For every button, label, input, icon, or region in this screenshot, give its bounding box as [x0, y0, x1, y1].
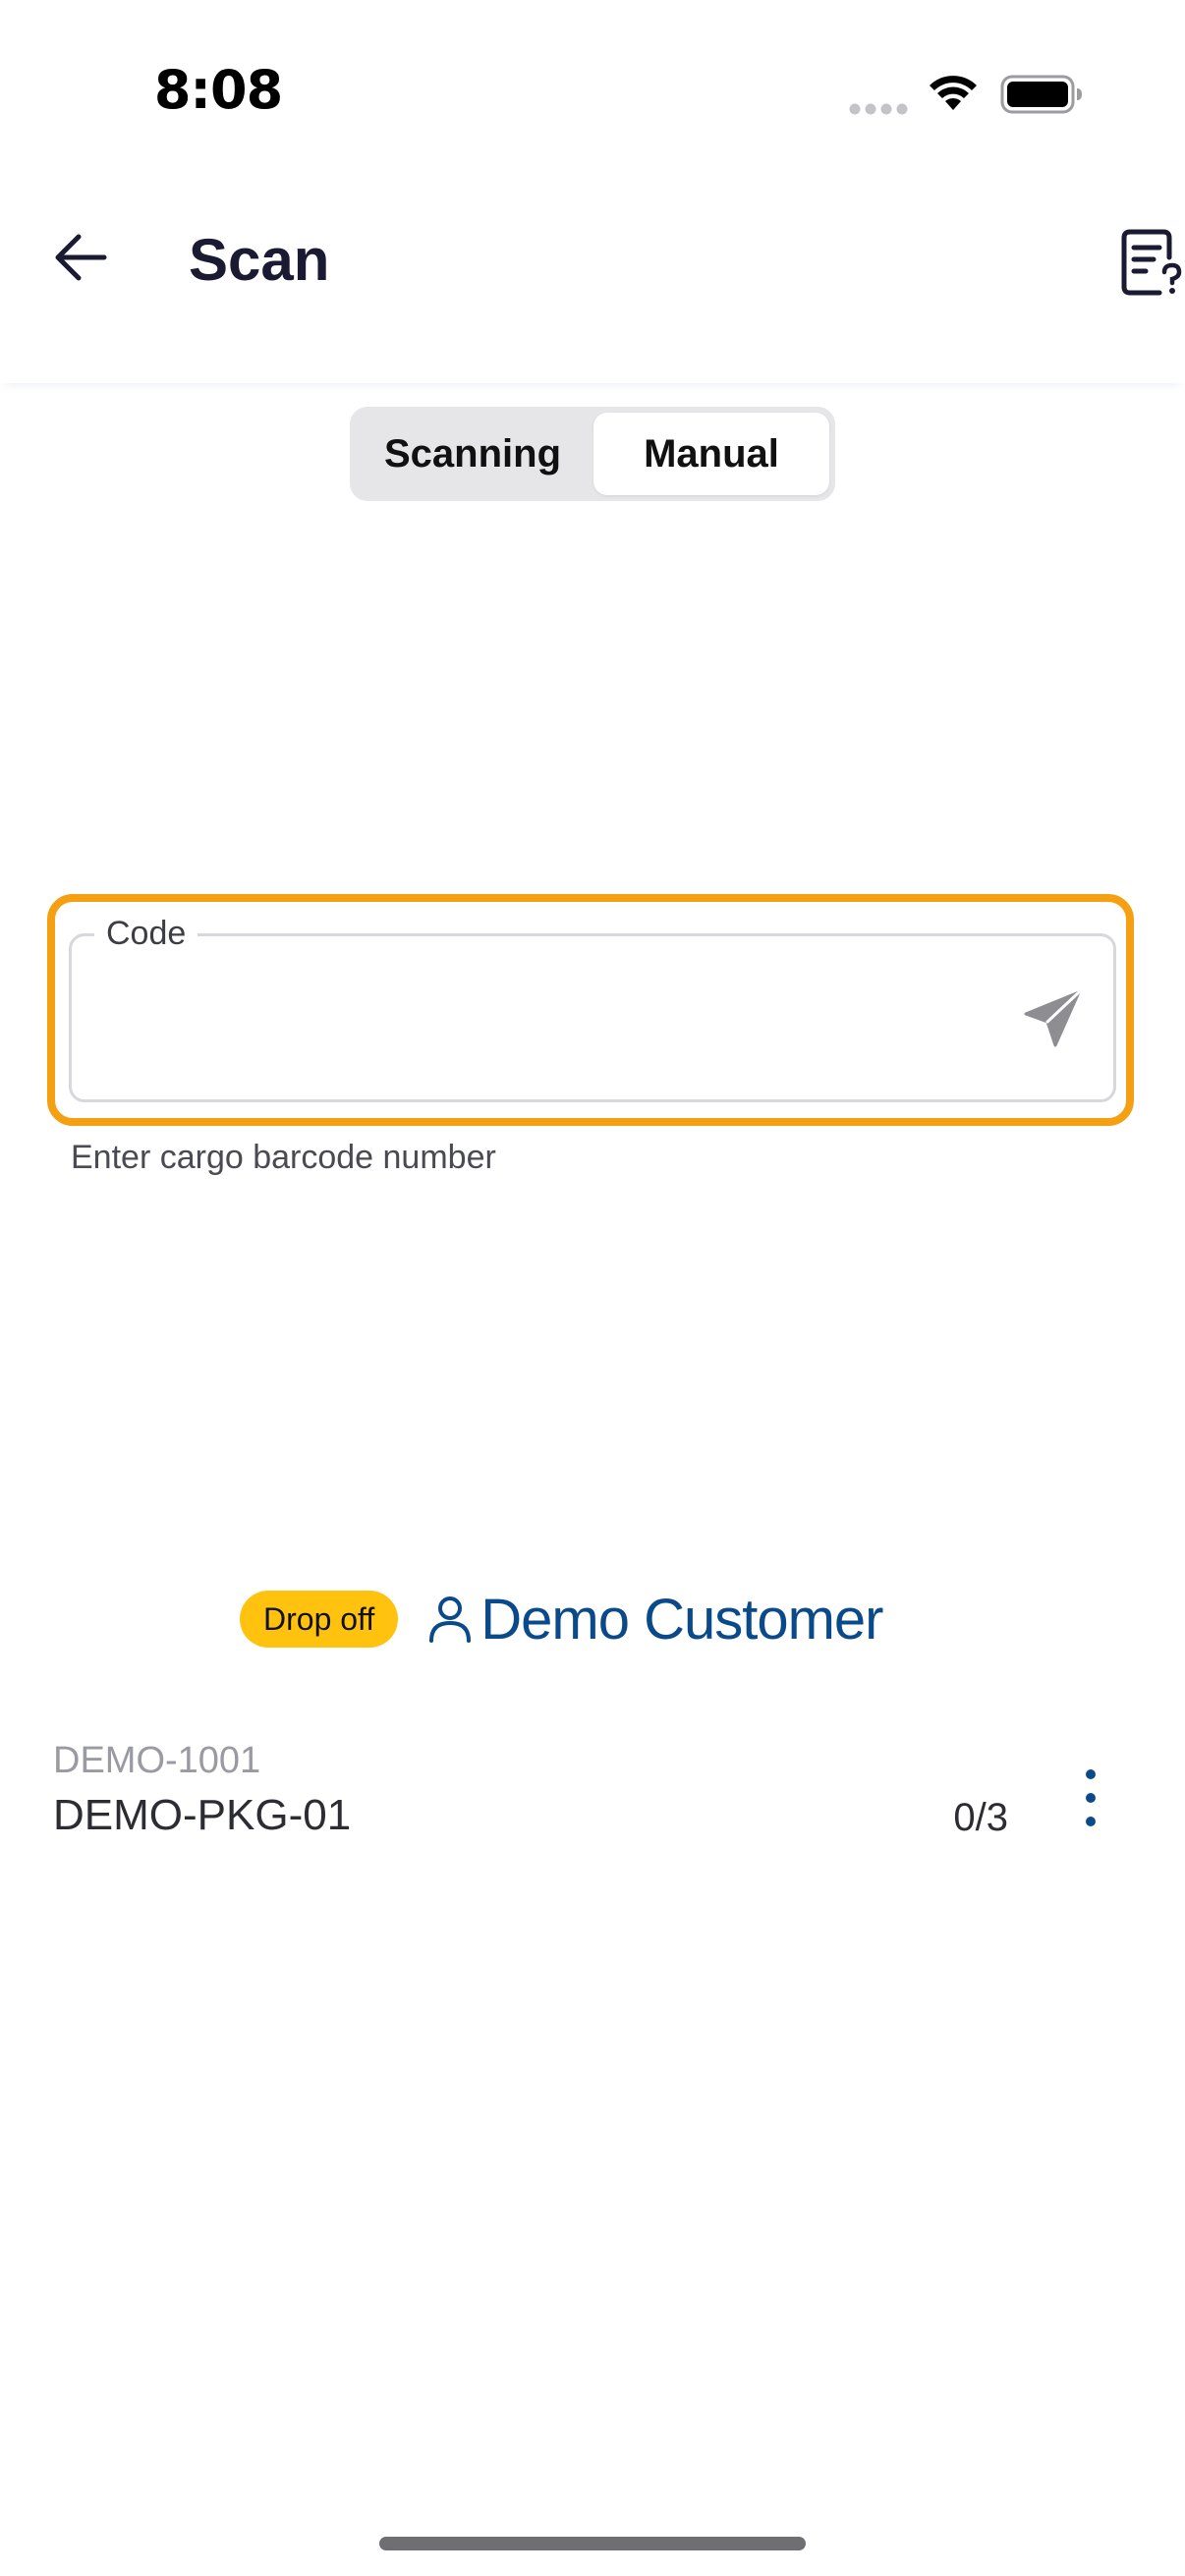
- person-icon: [429, 1596, 472, 1643]
- arrow-left-icon[interactable]: [51, 228, 110, 287]
- mode-segmented-control: Scanning Manual: [350, 407, 835, 501]
- tab-scanning[interactable]: Scanning: [356, 413, 590, 495]
- code-field-label: Code: [94, 914, 198, 953]
- item-count: 0/3: [953, 1796, 1008, 1839]
- app-header: Scan: [0, 167, 1185, 383]
- customer-name: Demo Customer: [480, 1587, 883, 1652]
- item-reference: DEMO-1001: [53, 1740, 261, 1781]
- status-time: 8:08: [153, 59, 283, 121]
- more-vertical-icon[interactable]: [1073, 1763, 1108, 1833]
- tab-manual[interactable]: Manual: [593, 413, 829, 495]
- document-question-icon[interactable]: [1120, 228, 1185, 299]
- status-bar: 8:08: [0, 0, 1185, 167]
- customer-row: Drop off Demo Customer: [240, 1586, 883, 1652]
- signal-dots-icon: [849, 103, 908, 115]
- home-indicator: [379, 2537, 806, 2550]
- item-name: DEMO-PKG-01: [53, 1791, 352, 1839]
- battery-icon: [1000, 75, 1082, 114]
- send-icon[interactable]: [1022, 988, 1083, 1049]
- wifi-icon: [930, 76, 977, 110]
- code-field-helper-text: Enter cargo barcode number: [71, 1139, 496, 1176]
- page-title: Scan: [189, 227, 330, 293]
- drop-off-badge: Drop off: [240, 1591, 399, 1648]
- code-input[interactable]: [98, 973, 987, 1063]
- list-item[interactable]: DEMO-1001 DEMO-PKG-01 0/3: [0, 1739, 1185, 1847]
